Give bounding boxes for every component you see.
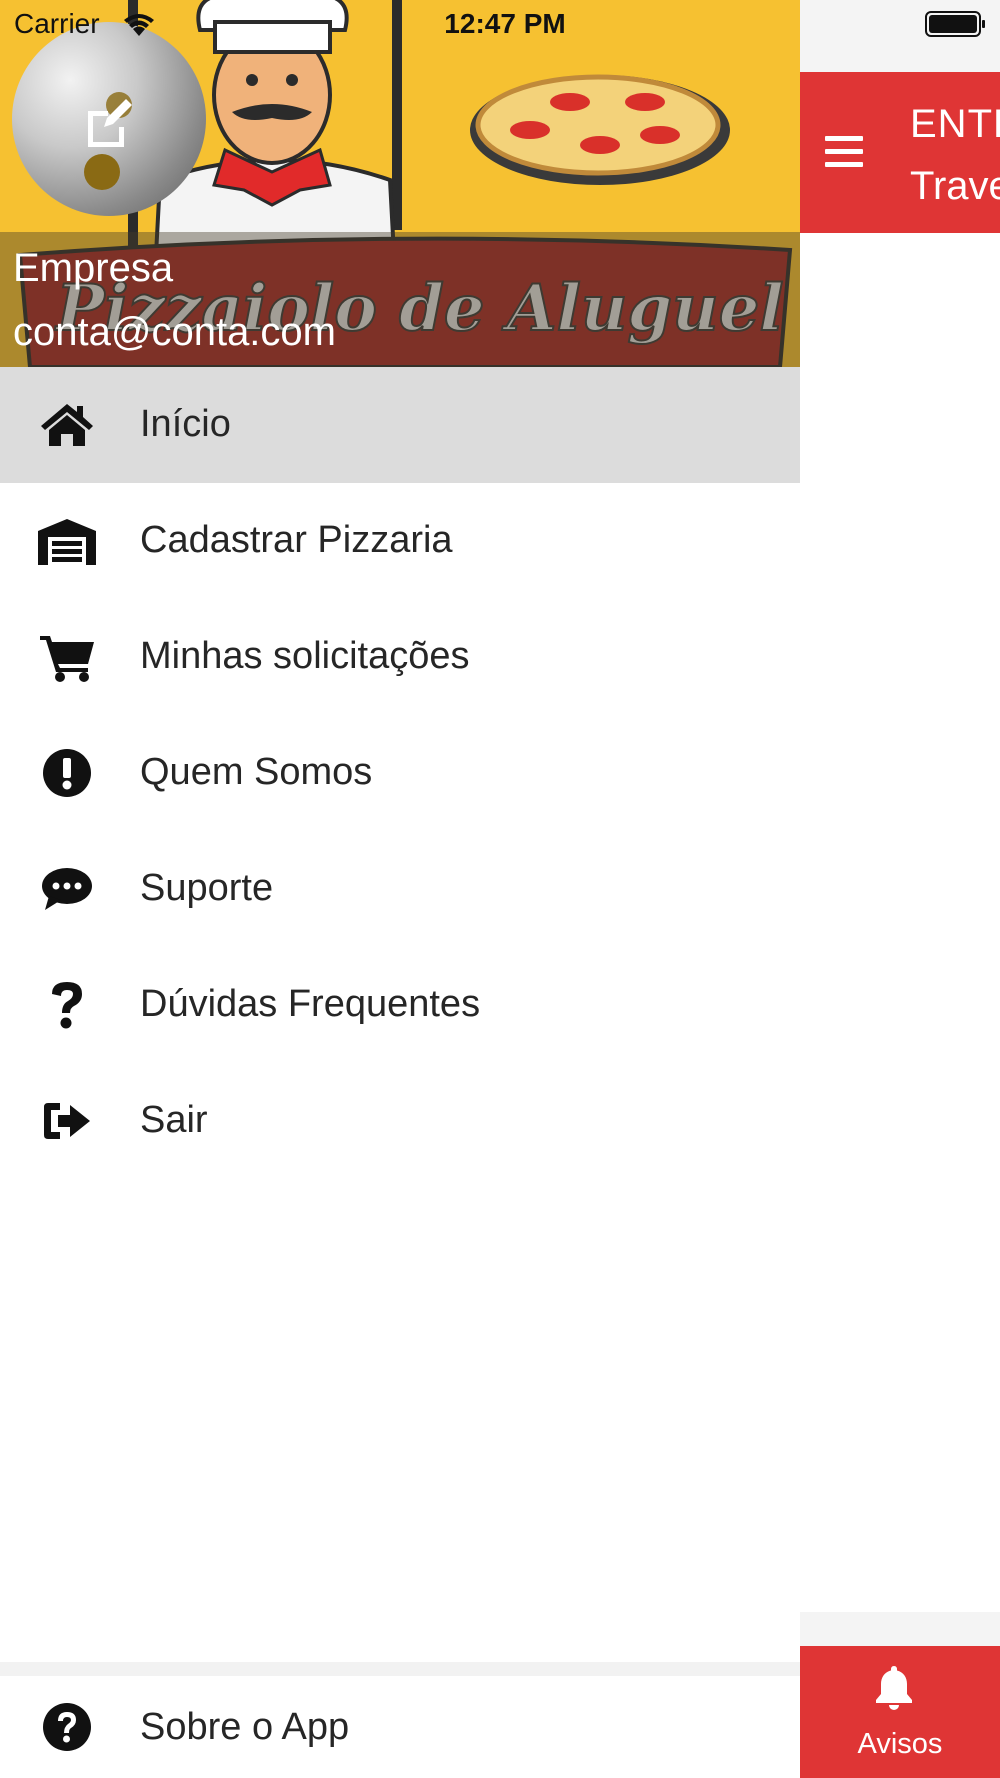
avisos-label: Avisos: [857, 1728, 943, 1760]
avisos-tab-button[interactable]: Avisos: [800, 1646, 1000, 1778]
hamburger-menu-icon[interactable]: [825, 134, 865, 170]
drawer-menu: Início Cadastrar Pizzaria Minhas solicit…: [0, 367, 800, 1179]
drawer-item-label: Minhas solicitações: [140, 635, 470, 677]
footer-divider: [0, 1662, 800, 1676]
user-name: Empresa: [13, 246, 174, 290]
background-status-bar: [800, 0, 1000, 72]
drawer-item-suporte[interactable]: Suporte: [0, 831, 800, 947]
drawer-item-label: Sair: [140, 1099, 208, 1141]
drawer-item-cadastrar-pizzaria[interactable]: Cadastrar Pizzaria: [0, 483, 800, 599]
user-email: conta@conta.com: [13, 310, 336, 354]
drawer-item-sair[interactable]: Sair: [0, 1063, 800, 1179]
home-icon: [36, 400, 98, 450]
drawer-item-minhas-solicitacoes[interactable]: Minhas solicitações: [0, 599, 800, 715]
sign-out-icon: [36, 1096, 98, 1146]
drawer-item-quem-somos[interactable]: Quem Somos: [0, 715, 800, 831]
edit-icon[interactable]: [82, 97, 134, 149]
navigation-drawer: Pizzaiolo de Aluguel Empresa conta@conta…: [0, 0, 800, 1778]
drawer-item-label: Dúvidas Frequentes: [140, 983, 481, 1025]
shopping-cart-icon: [36, 632, 98, 682]
drawer-header-banner: Pizzaiolo de Aluguel Empresa conta@conta…: [0, 0, 800, 367]
exclamation-circle-icon: [36, 748, 98, 798]
bell-icon: [876, 1666, 912, 1710]
question-circle-icon: [36, 1702, 98, 1752]
drawer-item-label: Cadastrar Pizzaria: [140, 519, 453, 561]
warehouse-icon: [36, 516, 98, 566]
background-header: ENTR Trave: [800, 72, 1000, 233]
header-subtitle: Trave: [910, 164, 1000, 208]
avatar[interactable]: [12, 22, 206, 216]
chat-bubble-icon: [36, 864, 98, 914]
question-mark-icon: [36, 980, 98, 1030]
drawer-item-duvidas-frequentes[interactable]: Dúvidas Frequentes: [0, 947, 800, 1063]
background-tabbar-divider: [800, 1612, 1000, 1646]
drawer-item-inicio[interactable]: Início: [0, 367, 800, 483]
drawer-item-label: Suporte: [140, 867, 274, 909]
drawer-item-label: Sobre o App: [140, 1706, 350, 1748]
header-title: ENTR: [910, 102, 1000, 146]
drawer-item-label: Quem Somos: [140, 751, 373, 793]
drawer-item-label: Início: [140, 403, 231, 445]
drawer-item-sobre-o-app[interactable]: Sobre o App: [0, 1676, 800, 1778]
